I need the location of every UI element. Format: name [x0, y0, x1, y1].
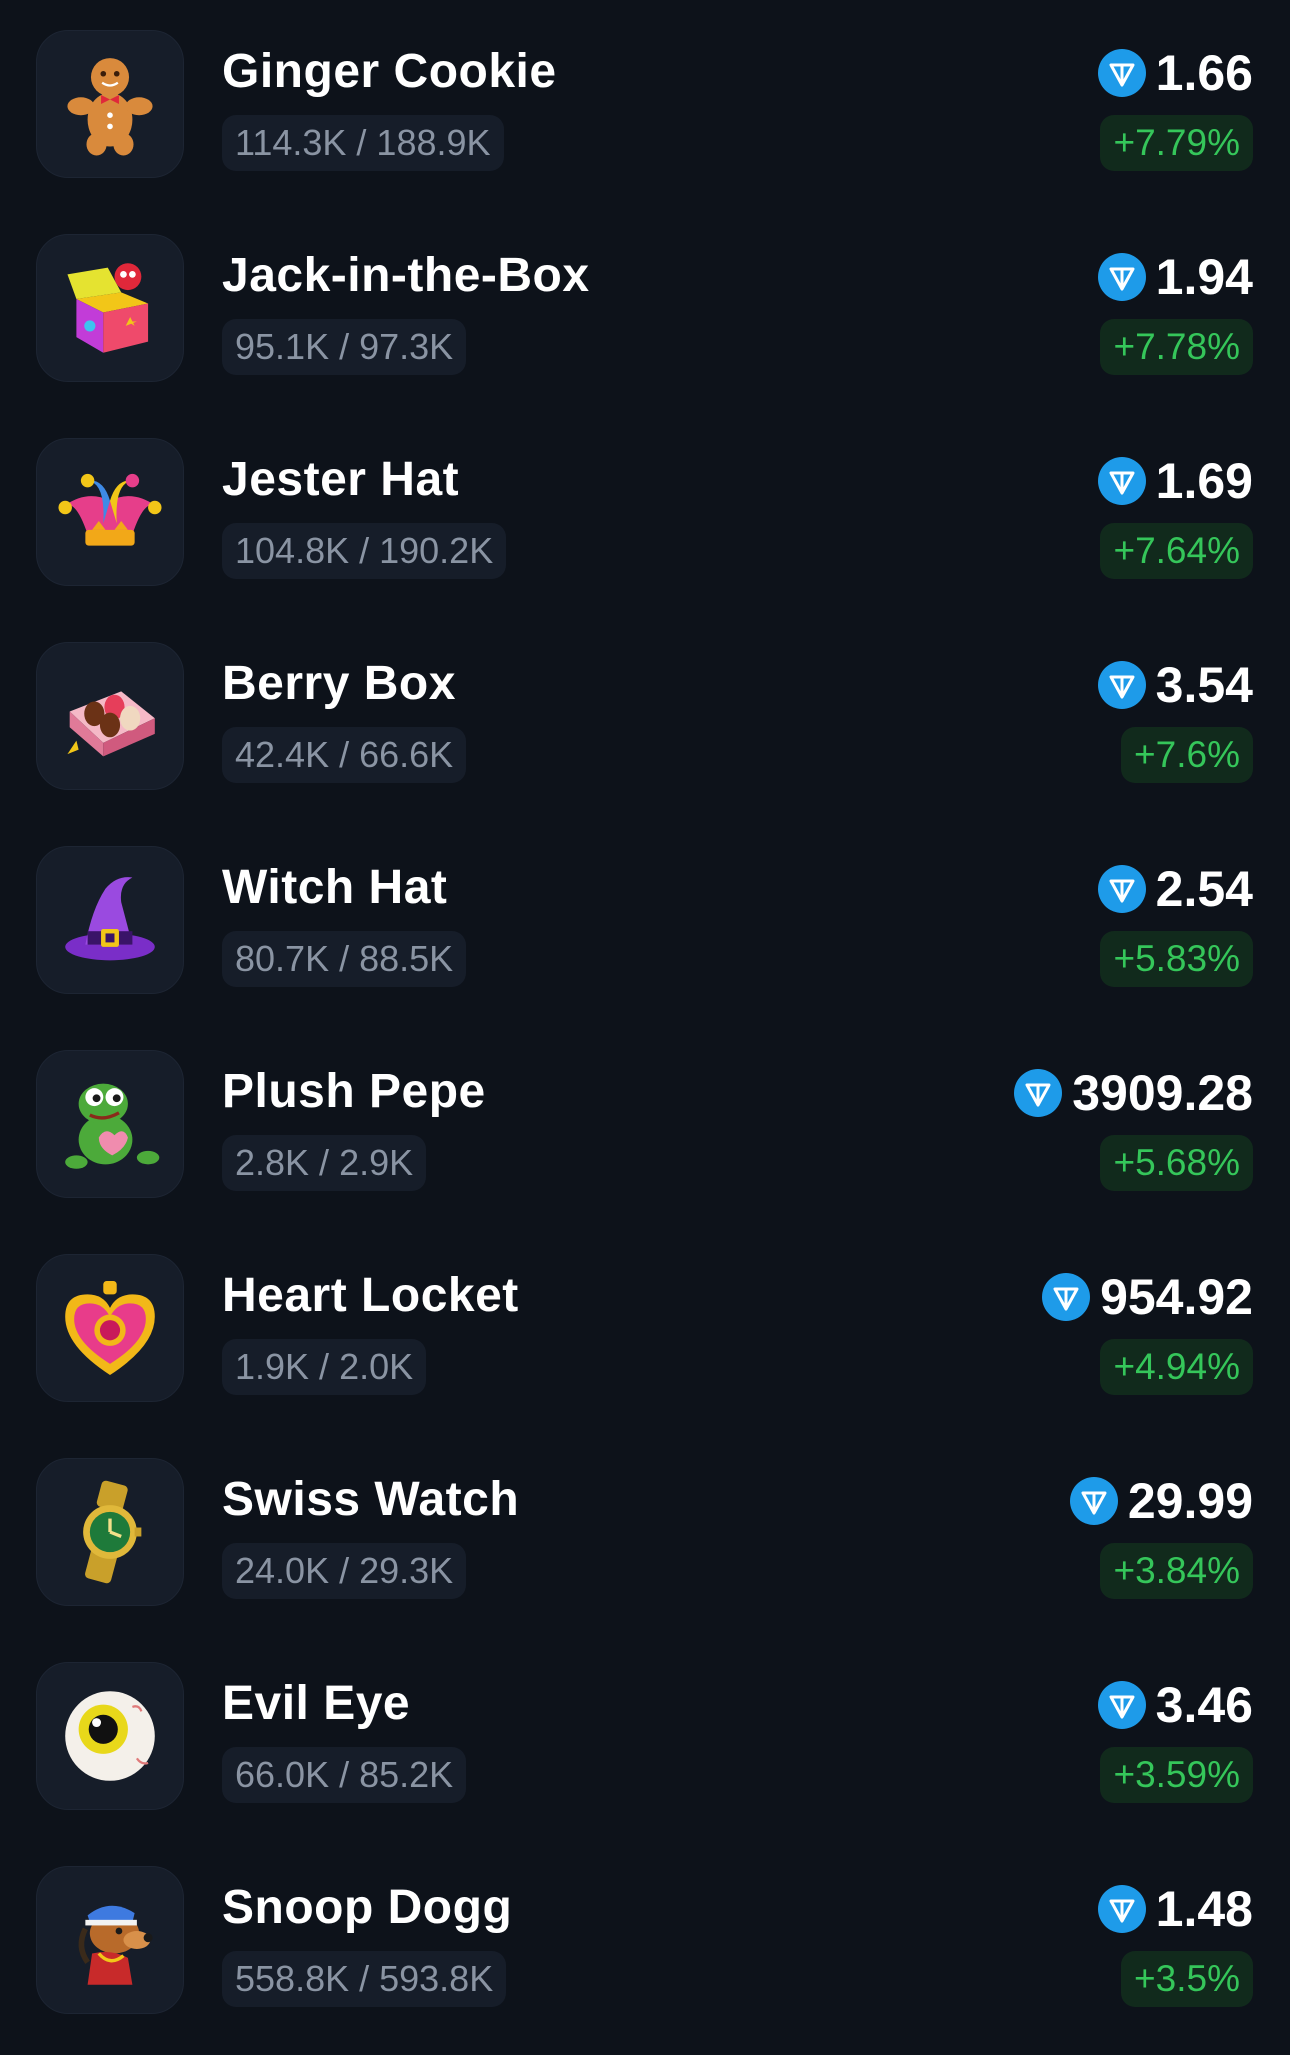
- gift-name: Evil Eye: [222, 1677, 411, 1730]
- ton-diamond-icon: [1097, 661, 1146, 709]
- change-badge: +7.64%: [1100, 523, 1253, 579]
- supply-count: 104.8K / 190.2K: [222, 523, 507, 579]
- jester-hat-icon: [36, 438, 184, 586]
- price-value: 1.69: [1155, 453, 1253, 509]
- price: 1.48: [1097, 1880, 1253, 1938]
- ton-diamond-icon: [1097, 457, 1146, 505]
- supply-count: 114.3K / 188.9K: [222, 115, 504, 171]
- gift-name: Jack-in-the-Box: [222, 249, 590, 302]
- price: 3909.28: [1014, 1064, 1253, 1122]
- change-badge: +5.68%: [1100, 1135, 1253, 1191]
- price-value: 3.54: [1155, 657, 1253, 713]
- price-value: 1.48: [1155, 1881, 1253, 1937]
- change-badge: +4.94%: [1100, 1339, 1253, 1395]
- gift-row[interactable]: Ginger Cookie 114.3K / 188.9K 1.66 +7.79…: [0, 0, 1290, 204]
- supply-count: 1.9K / 2.0K: [222, 1339, 427, 1395]
- change-badge: +7.78%: [1100, 319, 1253, 375]
- gift-row[interactable]: Plush Pepe 2.8K / 2.9K 3909.28 +5.68%: [0, 1020, 1290, 1224]
- gift-list: Ginger Cookie 114.3K / 188.9K 1.66 +7.79…: [0, 0, 1290, 2055]
- ton-diamond-icon: [1097, 49, 1146, 97]
- price: 1.94: [1097, 248, 1253, 306]
- jack-in-the-box-icon: [36, 234, 184, 382]
- gift-row[interactable]: Swiss Watch 24.0K / 29.3K 29.99 +3.84%: [0, 1428, 1290, 1632]
- price: 954.92: [1042, 1268, 1253, 1326]
- snoop-dogg-icon: [36, 1866, 184, 2014]
- change-badge: +7.6%: [1121, 727, 1253, 783]
- price-value: 3909.28: [1072, 1065, 1253, 1121]
- price: 3.46: [1097, 1676, 1253, 1734]
- supply-count: 558.8K / 593.8K: [222, 1951, 507, 2007]
- ton-diamond-icon: [1097, 1885, 1146, 1933]
- supply-count: 42.4K / 66.6K: [222, 727, 467, 783]
- change-badge: +5.83%: [1100, 931, 1253, 987]
- ton-diamond-icon: [1097, 1681, 1146, 1729]
- change-badge: +3.59%: [1100, 1747, 1253, 1803]
- price-value: 1.94: [1155, 249, 1253, 305]
- gift-name: Heart Locket: [222, 1269, 519, 1322]
- gift-name: Witch Hat: [222, 861, 448, 914]
- gift-name: Swiss Watch: [222, 1473, 520, 1526]
- supply-count: 80.7K / 88.5K: [222, 931, 467, 987]
- gift-row[interactable]: Jack-in-the-Box 95.1K / 97.3K 1.94 +7.78…: [0, 204, 1290, 408]
- gift-name: Ginger Cookie: [222, 45, 557, 98]
- ginger-cookie-icon: [36, 30, 184, 178]
- ton-diamond-icon: [1069, 1477, 1118, 1525]
- gift-row[interactable]: Witch Hat 80.7K / 88.5K 2.54 +5.83%: [0, 816, 1290, 1020]
- price: 1.69: [1097, 452, 1253, 510]
- gift-row[interactable]: Evil Eye 66.0K / 85.2K 3.46 +3.59%: [0, 1632, 1290, 1836]
- price: 2.54: [1097, 860, 1253, 918]
- price-value: 2.54: [1155, 861, 1253, 917]
- ton-diamond-icon: [1097, 253, 1146, 301]
- ton-diamond-icon: [1042, 1273, 1091, 1321]
- witch-hat-icon: [36, 846, 184, 994]
- price: 1.66: [1097, 44, 1253, 102]
- price: 29.99: [1069, 1472, 1253, 1530]
- price-value: 954.92: [1100, 1269, 1253, 1325]
- gift-row[interactable]: Berry Box 42.4K / 66.6K 3.54 +7.6%: [0, 612, 1290, 816]
- gift-name: Snoop Dogg: [222, 1881, 513, 1934]
- swiss-watch-icon: [36, 1458, 184, 1606]
- change-badge: +3.5%: [1121, 1951, 1253, 2007]
- berry-box-icon: [36, 642, 184, 790]
- price: 3.54: [1097, 656, 1253, 714]
- price-value: 29.99: [1127, 1473, 1253, 1529]
- plush-pepe-icon: [36, 1050, 184, 1198]
- gift-name: Plush Pepe: [222, 1065, 486, 1118]
- gift-row[interactable]: Jester Hat 104.8K / 190.2K 1.69 +7.64%: [0, 408, 1290, 612]
- price-value: 1.66: [1155, 45, 1253, 101]
- supply-count: 66.0K / 85.2K: [222, 1747, 467, 1803]
- supply-count: 24.0K / 29.3K: [222, 1543, 467, 1599]
- evil-eye-icon: [36, 1662, 184, 1810]
- supply-count: 2.8K / 2.9K: [222, 1135, 427, 1191]
- supply-count: 95.1K / 97.3K: [222, 319, 467, 375]
- ton-diamond-icon: [1097, 865, 1146, 913]
- gift-name: Jester Hat: [222, 453, 460, 506]
- gift-row[interactable]: Snoop Dogg 558.8K / 593.8K 1.48 +3.5%: [0, 1836, 1290, 2040]
- gift-name: Berry Box: [222, 657, 456, 710]
- gift-row[interactable]: Heart Locket 1.9K / 2.0K 954.92 +4.94%: [0, 1224, 1290, 1428]
- ton-diamond-icon: [1014, 1069, 1063, 1117]
- price-value: 3.46: [1155, 1677, 1253, 1733]
- heart-locket-icon: [36, 1254, 184, 1402]
- change-badge: +7.79%: [1100, 115, 1253, 171]
- change-badge: +3.84%: [1100, 1543, 1253, 1599]
